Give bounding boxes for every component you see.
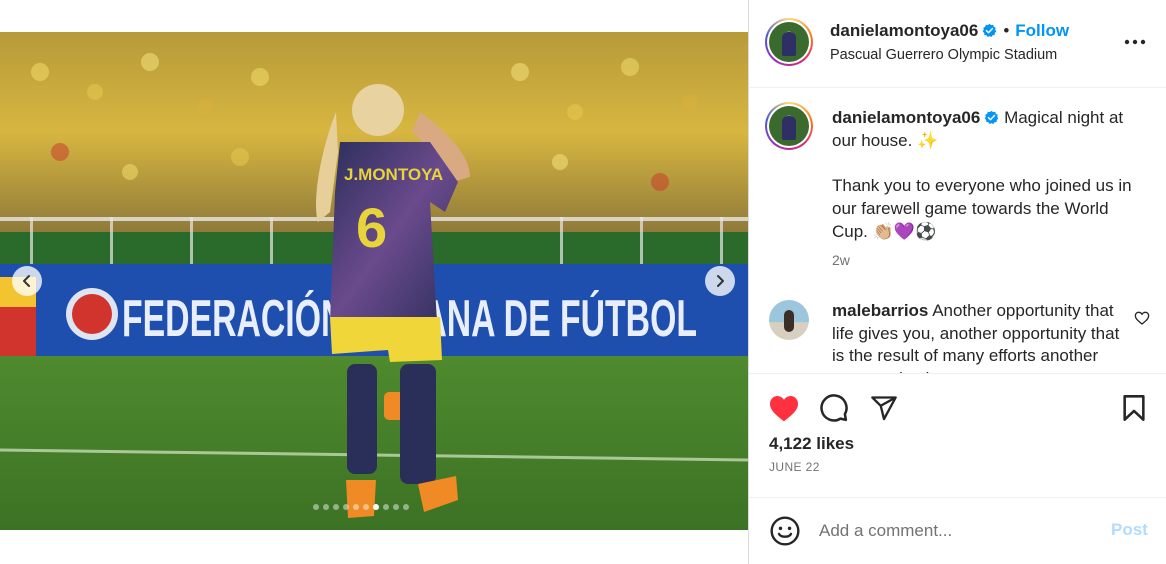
comment-bubble-icon (820, 394, 848, 422)
slide-dot (353, 504, 359, 510)
post-photo: FEDERACIÓN C BIANA DE FÚTBOL J.MONTOYA 6 (0, 32, 748, 530)
save-button[interactable] (1117, 391, 1151, 425)
slide-dot (343, 504, 349, 510)
comment-input[interactable] (819, 516, 1099, 546)
post-comment-button[interactable]: Post (1111, 520, 1148, 540)
more-horizontal-icon (1124, 39, 1146, 45)
jersey-name: J.MONTOYA (344, 165, 443, 184)
comments-section[interactable]: danielamontoya06 Magical night at our ho… (749, 88, 1166, 373)
post-header: danielamontoya06 • Follow Pascual Guerrero… (749, 0, 1166, 88)
commenter-username[interactable]: malebarrios (832, 301, 928, 320)
post-location[interactable]: Pascual Guerrero Olympic Stadium (830, 47, 1057, 63)
comment-composer: Post (749, 497, 1166, 564)
next-slide-button[interactable] (705, 266, 735, 296)
send-icon (871, 396, 897, 421)
post-date: JUNE 22 (769, 460, 820, 474)
follow-button[interactable]: Follow (1015, 21, 1069, 40)
chevron-left-icon (23, 275, 30, 287)
post-actions: 4,122 likes JUNE 22 (749, 373, 1166, 497)
slide-dot (323, 504, 329, 510)
slide-indicator (313, 504, 409, 510)
post-side-panel: danielamontoya06 • Follow Pascual Guerrero… (748, 0, 1166, 564)
caption-author-avatar[interactable] (765, 102, 813, 150)
post-media[interactable]: FEDERACIÓN C BIANA DE FÚTBOL J.MONTOYA 6 (0, 32, 748, 530)
share-button[interactable] (867, 391, 901, 425)
slide-dot (313, 504, 319, 510)
slide-dot (403, 504, 409, 510)
comment-button[interactable] (817, 391, 851, 425)
more-options-button[interactable] (1121, 30, 1149, 54)
chevron-right-icon (717, 275, 724, 287)
author-username[interactable]: danielamontoya06 (830, 21, 978, 40)
slide-dot (373, 504, 379, 510)
slide-dot (333, 504, 339, 510)
likes-count[interactable]: 4,122 likes (769, 434, 854, 454)
slide-dot (383, 504, 389, 510)
comment-text: malebarrios Another opportunity that lif… (832, 300, 1122, 373)
bookmark-icon (1123, 395, 1145, 421)
caption-timestamp[interactable]: 2w (832, 252, 850, 268)
caption-text: danielamontoya06 Magical night at our ho… (832, 106, 1132, 243)
previous-slide-button[interactable] (12, 266, 42, 296)
slide-dot (393, 504, 399, 510)
commenter-avatar[interactable] (769, 300, 809, 340)
verified-badge-icon (983, 23, 997, 37)
author-avatar[interactable] (765, 18, 813, 66)
emoji-icon[interactable] (769, 515, 801, 547)
header-separator: • (1003, 21, 1010, 40)
verified-badge-icon (985, 110, 999, 124)
caption-line-2: Thank you to everyone who joined us in o… (832, 176, 1132, 241)
jersey-number: 6 (356, 196, 387, 259)
caption-username[interactable]: danielamontoya06 (832, 108, 980, 127)
header-line: danielamontoya06 • Follow (830, 21, 1069, 41)
slide-dot (363, 504, 369, 510)
like-button[interactable] (767, 391, 801, 425)
like-comment-icon[interactable] (1134, 310, 1150, 326)
heart-filled-icon (770, 396, 798, 422)
